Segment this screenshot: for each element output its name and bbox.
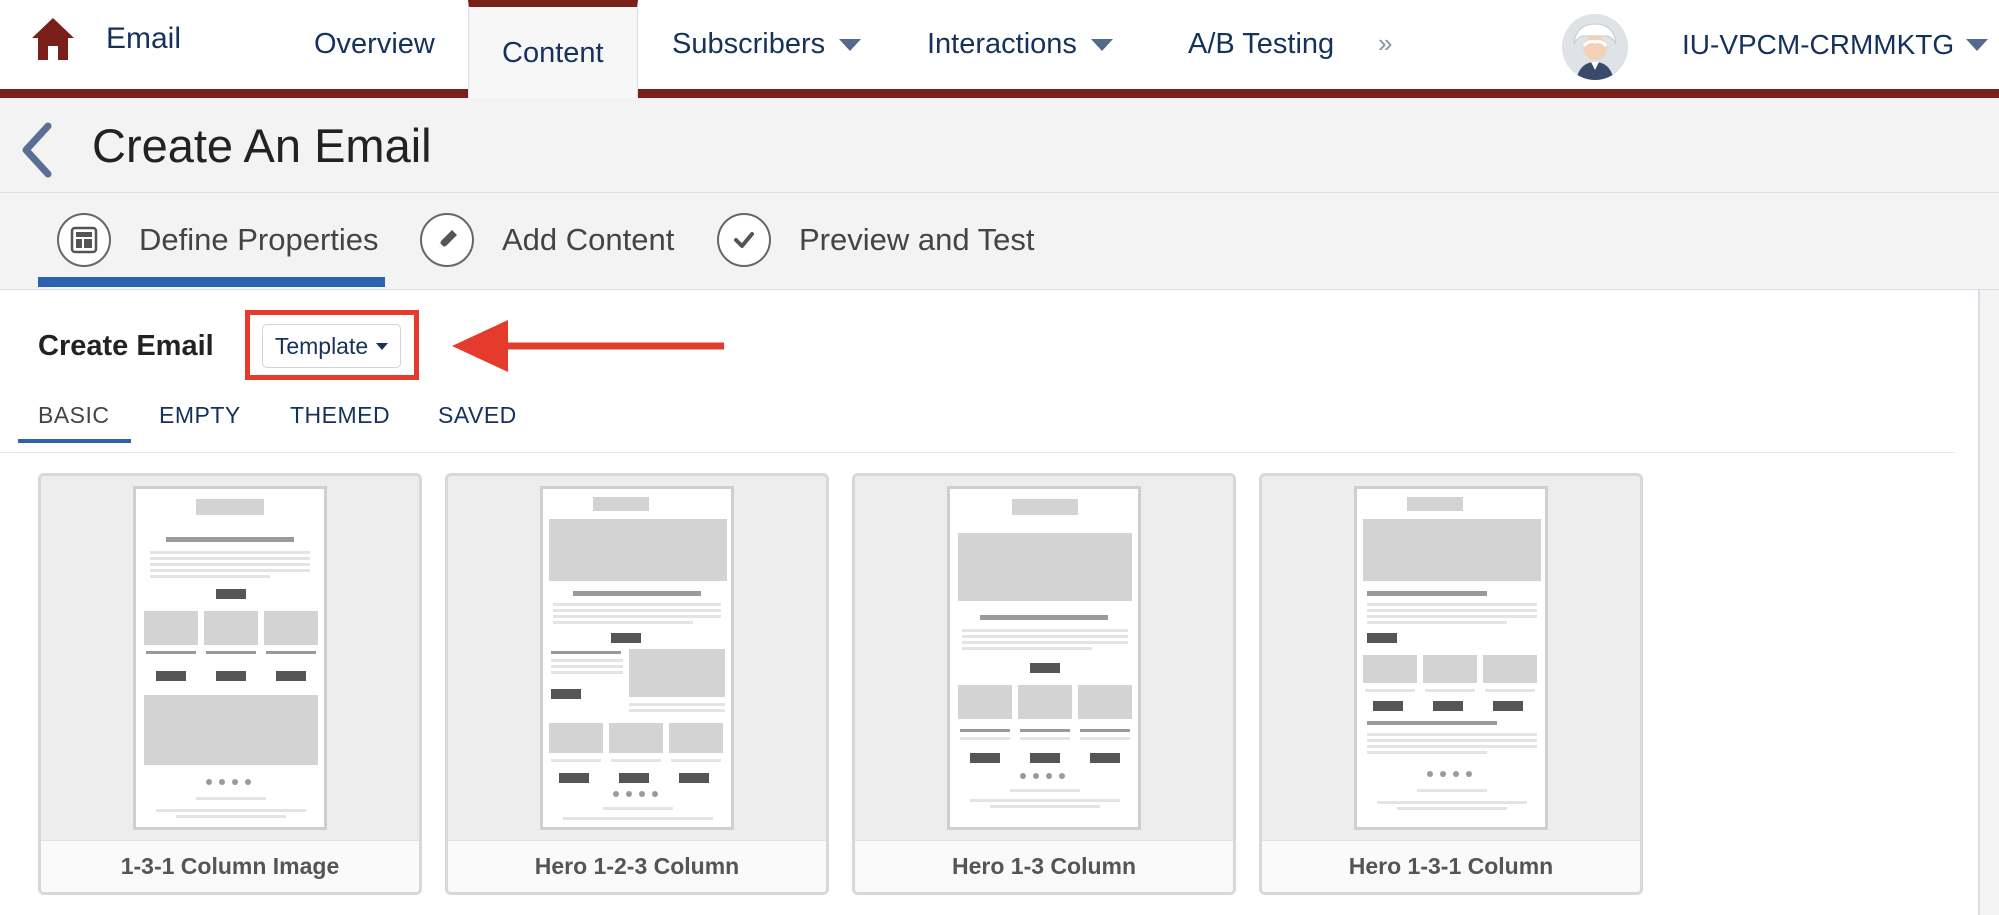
avatar[interactable] [1562,14,1628,80]
create-email-label: Create Email [38,330,214,362]
template-picker: Create Email Template BASIC EMPTY THEMED… [0,290,1980,915]
checkmark-icon [717,213,771,267]
nav-content-label: Content [502,37,604,69]
nav-subscribers-label: Subscribers [672,28,826,60]
nav-overview-label: Overview [314,28,435,60]
pencil-icon [420,213,474,267]
nav-overview[interactable]: Overview [314,0,435,89]
chevron-down-icon [1090,38,1113,51]
active-tab-indicator [18,439,131,443]
page-title: Create An Email [92,119,432,172]
template-thumbnail [947,486,1141,830]
step-define-properties[interactable]: Define Properties [57,213,379,267]
nav-interactions-label: Interactions [927,28,1077,60]
nav-ab-testing[interactable]: A/B Testing [1188,0,1334,89]
template-card-label: Hero 1-3 Column [855,840,1233,892]
back-arrow-icon[interactable] [16,120,56,180]
nav-content[interactable]: Content [468,0,638,100]
template-card-label: 1-3-1 Column Image [41,840,419,892]
user-avatar-icon [1562,14,1628,80]
step-add-content[interactable]: Add Content [420,213,674,267]
step-preview-and-test[interactable]: Preview and Test [717,213,1035,267]
org-name: IU-VPCM-CRMMKTG [1682,28,1955,60]
app-brand[interactable]: Email [30,16,181,62]
tabs-divider [0,452,1955,453]
org-switcher[interactable]: IU-VPCM-CRMMKTG [1682,0,1989,89]
nav-ab-testing-label: A/B Testing [1188,28,1335,60]
template-dropdown-button[interactable]: Template [262,324,401,368]
tab-saved[interactable]: SAVED [438,402,517,429]
chevron-down-icon [1966,38,1989,51]
more-nav-icon[interactable]: » [1378,28,1393,59]
template-card[interactable]: Hero 1-3-1 Column [1259,473,1643,895]
tab-basic[interactable]: BASIC [38,402,110,429]
template-dropdown-label: Template [274,332,369,359]
template-thumbnail [1354,486,1548,830]
template-thumbnail [540,486,734,830]
step-preview-and-test-label: Preview and Test [799,222,1035,257]
template-card[interactable]: Hero 1-3 Column [852,473,1236,895]
step-add-content-label: Add Content [502,222,675,257]
chevron-down-icon [839,38,862,51]
page-header: Create An Email [0,98,1999,193]
top-navigation: Email Overview Content Subscribers Inter… [0,0,1999,100]
app-name: Email [106,22,182,55]
tab-empty[interactable]: EMPTY [159,402,241,429]
template-card[interactable]: Hero 1-2-3 Column [445,473,829,895]
home-icon [32,18,74,60]
nav-subscribers[interactable]: Subscribers [672,0,862,89]
chevron-down-icon [376,342,389,350]
active-step-indicator [38,277,385,287]
tab-themed[interactable]: THEMED [290,402,390,429]
template-thumbnail [133,486,327,830]
step-define-properties-label: Define Properties [139,222,379,257]
template-card-label: Hero 1-2-3 Column [448,840,826,892]
layout-icon [57,213,111,267]
template-card[interactable]: 1-3-1 Column Image [38,473,422,895]
nav-interactions[interactable]: Interactions [927,0,1113,89]
template-card-label: Hero 1-3-1 Column [1262,840,1640,892]
wizard-steps: Define Properties Add Content Preview an… [0,193,1999,290]
annotation-arrow-icon [452,320,724,372]
